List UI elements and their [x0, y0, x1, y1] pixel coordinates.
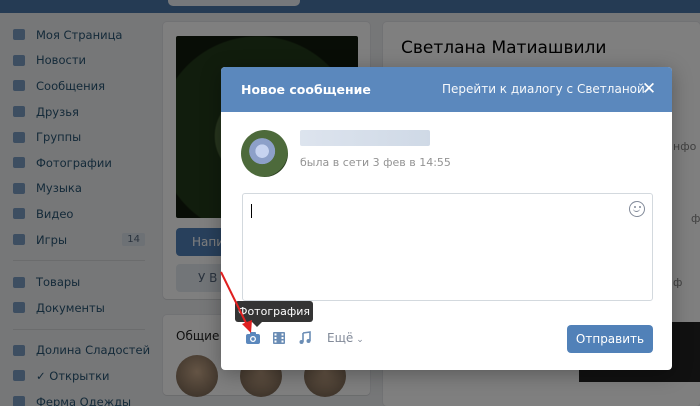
dialog-title: Новое сообщение [241, 82, 371, 97]
text-caret [251, 204, 252, 218]
music-icon[interactable] [297, 330, 313, 346]
video-icon[interactable] [271, 330, 287, 346]
message-input[interactable] [242, 193, 653, 301]
emoji-icon[interactable] [629, 201, 645, 217]
new-message-dialog: Новое сообщение Перейти к диалогу с Свет… [221, 67, 672, 370]
close-icon[interactable]: ✕ [640, 80, 658, 98]
recipient-row: была в сети 3 фев в 14:55 [241, 130, 451, 177]
more-attachments-menu[interactable]: Ещё ⌄ [327, 331, 364, 345]
go-to-dialog-link[interactable]: Перейти к диалогу с Светланой [442, 82, 645, 96]
more-label: Ещё [327, 331, 354, 345]
chevron-down-icon: ⌄ [356, 335, 364, 345]
recipient-name-blurred [300, 130, 430, 146]
dialog-header: Новое сообщение Перейти к диалогу с Свет… [221, 67, 672, 112]
recipient-avatar[interactable] [241, 130, 288, 177]
send-button[interactable]: Отправить [567, 325, 653, 353]
recipient-last-seen: была в сети 3 фев в 14:55 [300, 156, 451, 169]
red-arrow-annotation [220, 271, 252, 333]
